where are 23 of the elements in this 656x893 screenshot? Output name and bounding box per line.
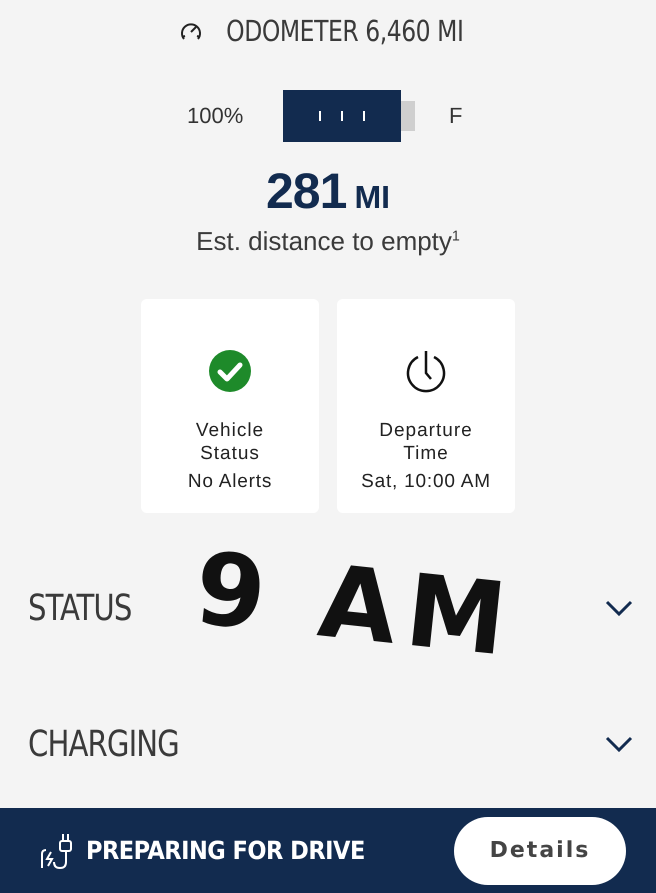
drive-status: PREPARING FOR DRIVE: [86, 836, 365, 865]
range-caption: Est. distance to empty$^{1}$: [196, 226, 460, 257]
card-title: Departure Time: [378, 419, 474, 465]
odometer-reading: ODOMETER 6,460 MI: [226, 14, 464, 48]
card-title: Vehicle Status: [194, 419, 266, 465]
section-title[interactable]: STATUS: [28, 588, 132, 628]
status-card[interactable]: Vehicle Status No Alerts: [141, 299, 319, 513]
details-button[interactable]: Details: [454, 816, 626, 884]
chevron-icon[interactable]: [604, 599, 634, 617]
clock-icon: [405, 349, 447, 393]
chevron-icon[interactable]: [604, 735, 634, 753]
range-unit: MI: [354, 179, 390, 216]
section-title[interactable]: CHARGING: [28, 724, 179, 764]
handwritten-note: 9 AM: [190, 538, 521, 672]
card-detail: No Alerts: [188, 471, 272, 493]
battery-percent: 100%: [187, 103, 244, 129]
charging-plug-icon: [40, 832, 72, 870]
range-value: 281: [266, 162, 346, 220]
status-card[interactable]: Departure Time Sat, 10:00 AM: [337, 299, 515, 513]
battery-icon: [283, 90, 415, 142]
check-circle-icon: [208, 349, 252, 393]
card-detail: Sat, 10:00 AM: [361, 471, 491, 493]
full-label: F: [449, 103, 464, 129]
